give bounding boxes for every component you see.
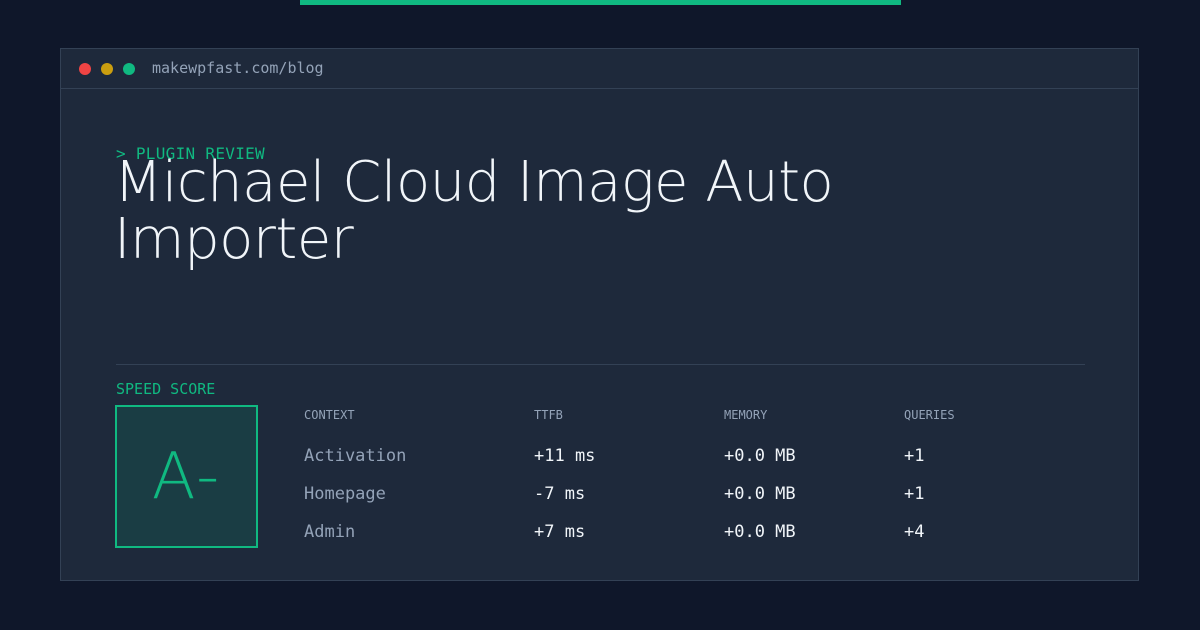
speed-score-label: SPEED SCORE xyxy=(116,380,216,398)
minimize-dot-icon xyxy=(101,63,113,75)
column-header-memory: MEMORY xyxy=(724,408,768,422)
cell-memory: +0.0 MB xyxy=(724,522,796,542)
cell-queries: +4 xyxy=(904,522,925,542)
section-divider xyxy=(116,364,1085,365)
cell-memory: +0.0 MB xyxy=(724,484,796,504)
cell-memory: +0.0 MB xyxy=(724,446,796,466)
browser-window: makewpfast.com/blog > PLUGIN REVIEW Mich… xyxy=(60,48,1139,581)
cell-ttfb: +11 ms xyxy=(534,446,596,466)
window-titlebar: makewpfast.com/blog xyxy=(61,49,1138,89)
cell-queries: +1 xyxy=(904,446,925,466)
url-text: makewpfast.com/blog xyxy=(152,59,324,77)
cell-ttfb: +7 ms xyxy=(534,522,586,542)
grade-badge: A- xyxy=(115,405,258,548)
cell-ttfb: -7 ms xyxy=(534,484,586,504)
maximize-dot-icon xyxy=(123,63,135,75)
cell-context: Admin xyxy=(304,522,356,542)
column-header-queries: QUERIES xyxy=(904,408,955,422)
top-accent-bar xyxy=(300,0,901,5)
column-header-context: CONTEXT xyxy=(304,408,355,422)
cell-context: Activation xyxy=(304,446,407,466)
close-dot-icon xyxy=(79,63,91,75)
cell-context: Homepage xyxy=(304,484,386,504)
cell-queries: +1 xyxy=(904,484,925,504)
column-header-ttfb: TTFB xyxy=(534,408,563,422)
grade-value: A- xyxy=(151,439,222,514)
article-title: Michael Cloud Image Auto Importer xyxy=(114,150,834,272)
